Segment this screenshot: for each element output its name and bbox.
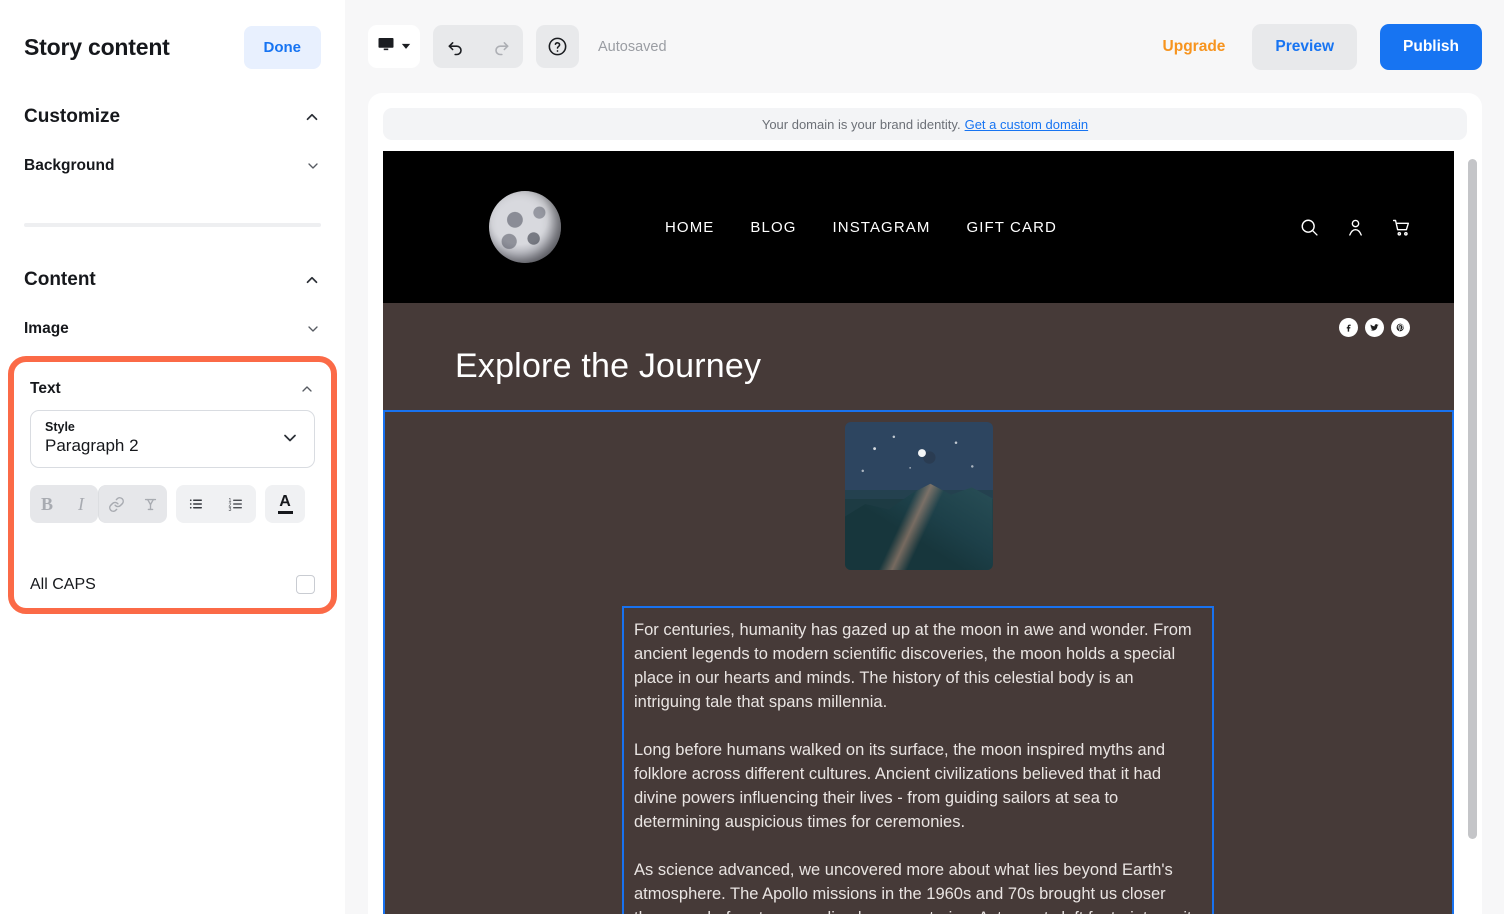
selected-story-section[interactable]: For centuries, humanity has gazed up at … bbox=[383, 410, 1454, 914]
story-paragraph: For centuries, humanity has gazed up at … bbox=[634, 621, 1192, 711]
search-icon[interactable] bbox=[1299, 217, 1320, 238]
get-custom-domain-link[interactable]: Get a custom domain bbox=[965, 117, 1089, 132]
text-settings-group-highlighted: Text Style Paragraph 2 B I 1 2 3 A All C… bbox=[8, 356, 337, 614]
sidebar-section-text[interactable]: Text bbox=[30, 374, 315, 410]
publish-button[interactable]: Publish bbox=[1380, 23, 1482, 70]
style-field-label: Style bbox=[45, 420, 75, 434]
site-hero: Explore the Journey For centuries, human… bbox=[383, 303, 1454, 914]
story-text-block[interactable]: For centuries, humanity has gazed up at … bbox=[622, 606, 1214, 914]
autosaved-status: Autosaved bbox=[598, 38, 667, 55]
bold-icon[interactable]: B bbox=[30, 485, 64, 523]
nav-link-gift-card[interactable]: GIFT CARD bbox=[966, 219, 1056, 236]
account-icon[interactable] bbox=[1345, 217, 1366, 238]
sidebar-divider bbox=[24, 223, 321, 227]
night-mountain-crescent-moon-image[interactable] bbox=[844, 422, 993, 570]
done-button[interactable]: Done bbox=[243, 25, 321, 69]
hero-title: Explore the Journey bbox=[455, 347, 762, 385]
style-field-value: Paragraph 2 bbox=[45, 436, 139, 455]
link-icon[interactable] bbox=[99, 485, 133, 523]
text-color-icon[interactable]: A bbox=[265, 485, 305, 523]
page-title: Story content bbox=[24, 33, 170, 60]
sidebar-section-image[interactable]: Image bbox=[0, 320, 345, 338]
sidebar-section-background[interactable]: Background bbox=[0, 157, 345, 175]
italic-icon[interactable]: I bbox=[64, 485, 98, 523]
svg-text:3: 3 bbox=[229, 507, 232, 513]
all-caps-checkbox[interactable] bbox=[296, 575, 315, 594]
story-paragraph: As science advanced, we uncovered more a… bbox=[634, 861, 1200, 914]
style-select[interactable]: Style Paragraph 2 bbox=[30, 410, 315, 468]
canvas-scrollbar[interactable] bbox=[1468, 159, 1477, 839]
undo-redo-group bbox=[433, 25, 523, 68]
story-paragraph: Long before humans walked on its surface… bbox=[634, 741, 1166, 831]
image-label: Image bbox=[24, 320, 69, 337]
nav-link-home[interactable]: HOME bbox=[665, 219, 714, 236]
moon-logo[interactable] bbox=[489, 191, 561, 263]
help-circle-icon[interactable] bbox=[536, 25, 579, 68]
upgrade-button[interactable]: Upgrade bbox=[1149, 38, 1240, 56]
chevron-up-icon bbox=[303, 271, 321, 289]
preview-button[interactable]: Preview bbox=[1252, 23, 1358, 70]
all-caps-row: All CAPS bbox=[30, 575, 315, 598]
background-label: Background bbox=[24, 157, 115, 174]
bullet-list-icon[interactable] bbox=[176, 485, 216, 523]
app-root: Story content Done Customize Background … bbox=[0, 0, 1504, 914]
caret-down-icon bbox=[401, 38, 411, 56]
sidebar-section-customize[interactable]: Customize bbox=[0, 106, 345, 128]
site-nav-links: HOME BLOG INSTAGRAM GIFT CARD bbox=[665, 219, 1057, 236]
twitter-icon[interactable] bbox=[1365, 318, 1384, 337]
list-group: 123 bbox=[176, 485, 256, 523]
chevron-down-icon bbox=[305, 321, 321, 337]
site-nav-icons bbox=[1299, 217, 1412, 238]
chevron-up-icon bbox=[299, 381, 315, 397]
chevron-down-icon bbox=[305, 158, 321, 174]
chevron-up-icon bbox=[303, 108, 321, 126]
clear-formatting-icon[interactable] bbox=[133, 485, 167, 523]
cart-icon[interactable] bbox=[1391, 217, 1412, 238]
editor-toolbar: Autosaved Upgrade Preview Publish bbox=[345, 0, 1504, 93]
story-content-sidebar: Story content Done Customize Background … bbox=[0, 0, 345, 914]
chevron-down-icon bbox=[280, 428, 300, 448]
nav-link-blog[interactable]: BLOG bbox=[750, 219, 796, 236]
customize-label: Customize bbox=[24, 106, 121, 127]
site-preview-canvas: Your domain is your brand identity. Get … bbox=[368, 93, 1482, 914]
redo-icon[interactable] bbox=[478, 25, 523, 68]
site-navbar: HOME BLOG INSTAGRAM GIFT CARD bbox=[383, 151, 1454, 303]
nav-link-instagram[interactable]: INSTAGRAM bbox=[833, 219, 931, 236]
text-label: Text bbox=[30, 380, 61, 397]
content-label: Content bbox=[24, 269, 96, 290]
sidebar-header: Story content Done bbox=[0, 0, 345, 74]
formatting-toolbar: B I 1 2 3 A bbox=[30, 485, 315, 523]
pinterest-icon[interactable] bbox=[1391, 318, 1410, 337]
undo-icon[interactable] bbox=[433, 25, 478, 68]
text-style-group: B I bbox=[30, 485, 98, 523]
editor-main: Autosaved Upgrade Preview Publish Your d… bbox=[345, 0, 1504, 914]
numbered-list-icon[interactable]: 123 bbox=[216, 485, 256, 523]
sidebar-section-content[interactable]: Content bbox=[0, 269, 345, 291]
facebook-icon[interactable] bbox=[1339, 318, 1358, 337]
link-clear-group bbox=[98, 485, 167, 523]
all-caps-label: All CAPS bbox=[30, 575, 96, 593]
device-selector[interactable] bbox=[368, 25, 420, 68]
custom-domain-banner: Your domain is your brand identity. Get … bbox=[383, 108, 1467, 140]
social-icons bbox=[1339, 318, 1410, 337]
desktop-monitor-icon bbox=[377, 35, 395, 58]
domain-banner-text: Your domain is your brand identity. bbox=[761, 116, 961, 132]
site-frame: HOME BLOG INSTAGRAM GIFT CARD Explore th… bbox=[383, 151, 1454, 914]
